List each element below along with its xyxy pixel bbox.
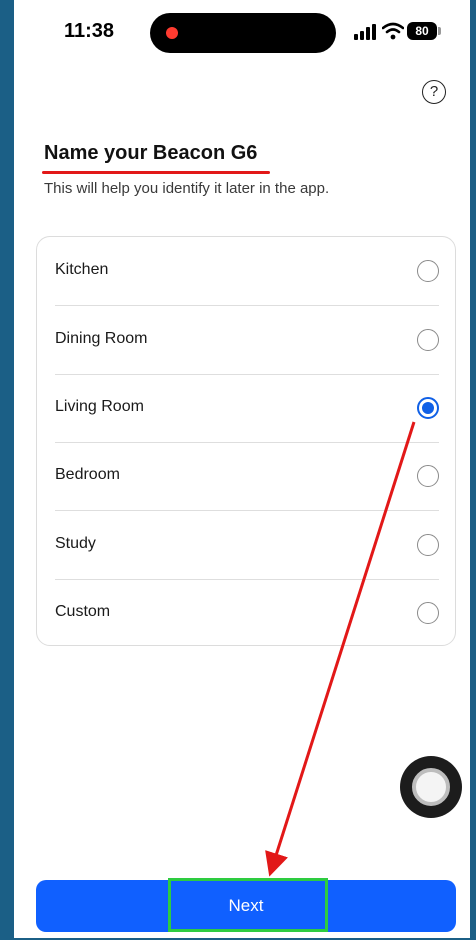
annotation-arrow xyxy=(265,421,416,877)
app-screen: 11:38 80 ? Name your Beacon G6 This will… xyxy=(14,0,470,938)
